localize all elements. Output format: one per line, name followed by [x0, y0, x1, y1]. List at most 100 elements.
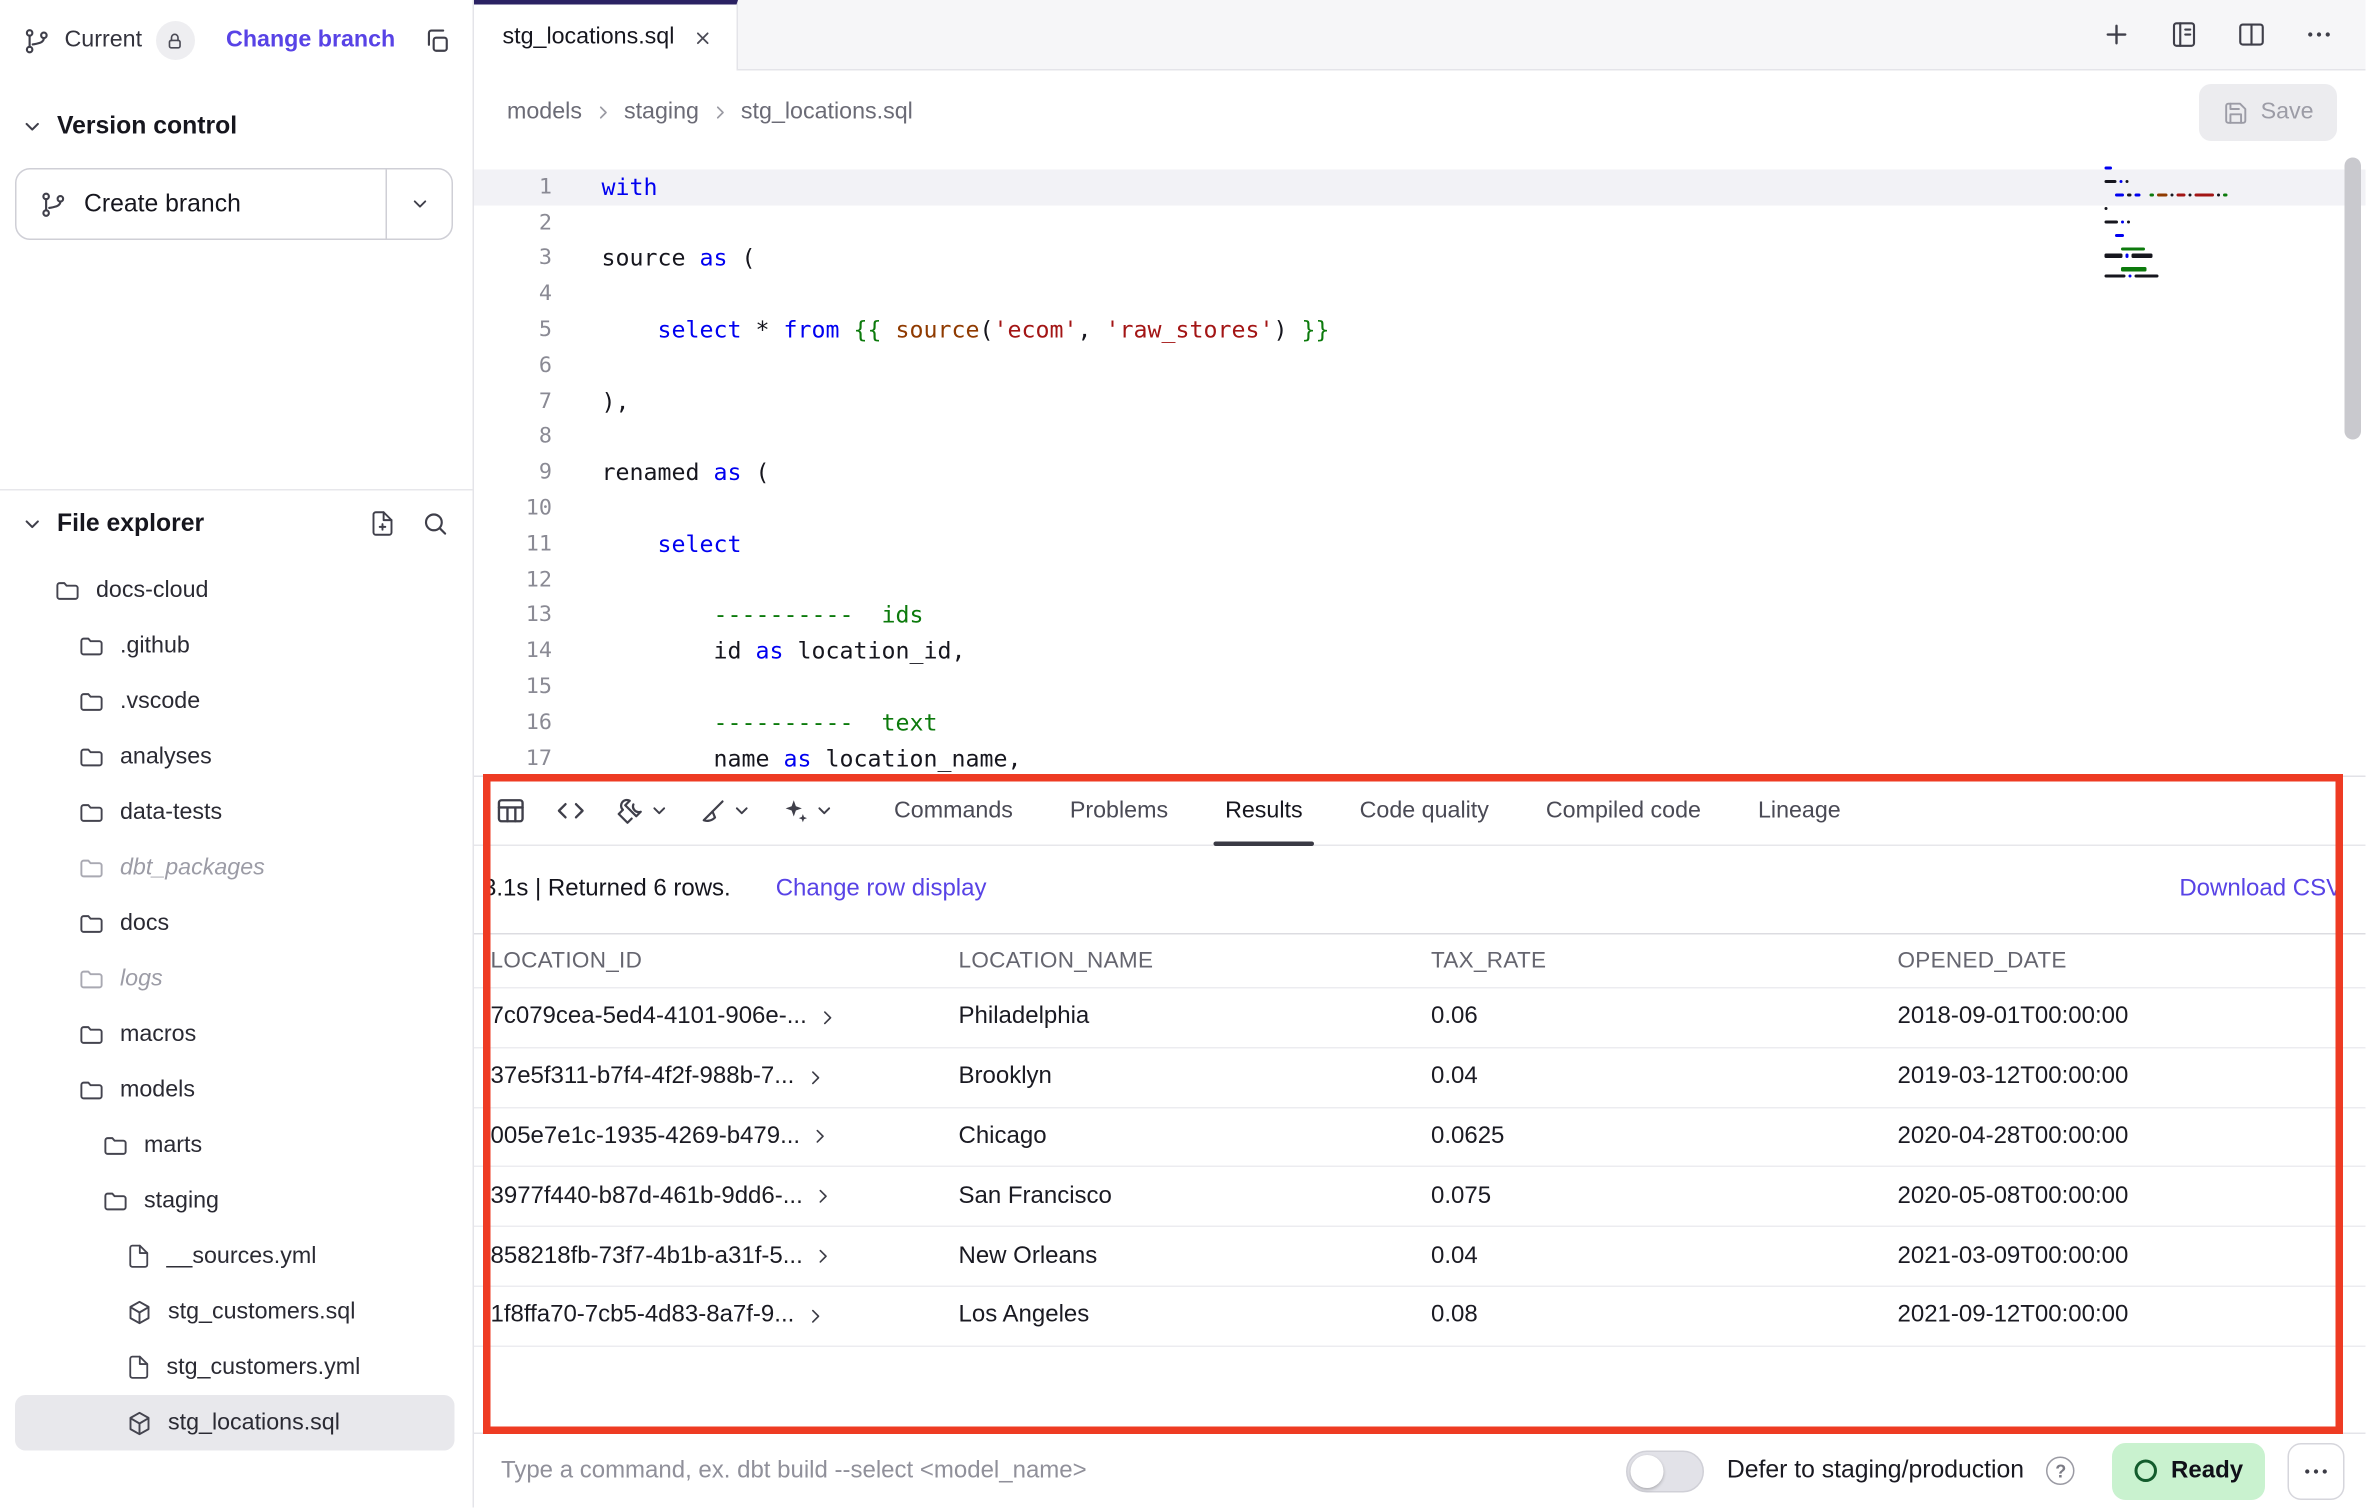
file-name: stg_customers.yml [167, 1354, 361, 1381]
create-branch-main[interactable]: Create branch [17, 170, 386, 239]
format-menu[interactable] [698, 796, 752, 826]
code-icon[interactable] [555, 795, 587, 827]
file-tree-item-analyses[interactable]: analyses [15, 729, 455, 785]
command-bar-more-button[interactable] [2288, 1443, 2345, 1500]
expand-row-chevron-icon[interactable] [817, 1008, 837, 1028]
file-tree-item-stg-locations-sql[interactable]: stg_locations.sql [15, 1395, 455, 1451]
split-view-icon[interactable] [2237, 20, 2267, 50]
cell-opened-date: 2021-03-09T00:00:00 [1898, 1243, 2366, 1270]
editor-tab[interactable]: stg_locations.sql [474, 0, 737, 71]
results-table-body: 7c079cea-5ed4-4101-906e-...Philadelphia0… [474, 989, 2366, 1347]
file-name: dbt_packages [120, 854, 265, 881]
panel-tab-problems[interactable]: Problems [1070, 777, 1168, 845]
line-number: 16 [474, 711, 552, 735]
preview-table-icon[interactable] [495, 795, 527, 827]
panel-tab-code-quality[interactable]: Code quality [1360, 777, 1489, 845]
line-number: 15 [474, 675, 552, 699]
line-number: 2 [474, 211, 552, 235]
line-number: 5 [474, 318, 552, 342]
file-tree-item-docs-cloud[interactable]: docs-cloud [15, 563, 455, 619]
file-tree-item-data-tests[interactable]: data-tests [15, 785, 455, 841]
results-table: LOCATION_IDLOCATION_NAMETAX_RATEOPENED_D… [474, 933, 2366, 1347]
expand-row-chevron-icon[interactable] [811, 1127, 831, 1147]
download-csv-link[interactable]: Download CSV [2179, 876, 2342, 903]
version-control-header[interactable]: Version control [0, 93, 473, 159]
file-tree-item-logs[interactable]: logs [15, 951, 455, 1007]
build-menu[interactable] [615, 796, 669, 826]
change-branch-link[interactable]: Change branch [226, 27, 395, 54]
file-tree-item-stg-customers-yml[interactable]: stg_customers.yml [15, 1340, 455, 1396]
expand-row-chevron-icon[interactable] [813, 1187, 833, 1207]
file-tree-item-vscode[interactable]: .vscode [15, 674, 455, 730]
panel-tab-results[interactable]: Results [1225, 777, 1303, 845]
status-ring-icon [2135, 1460, 2158, 1483]
editor-scrollbar[interactable] [2345, 158, 2362, 440]
cell-tax-rate: 0.075 [1431, 1183, 1898, 1210]
cell-location-id: 37e5f311-b7f4-4f2f-988b-7... [491, 1064, 959, 1091]
file-tree-item-dbt-packages[interactable]: dbt_packages [15, 840, 455, 896]
editor-tabbar: stg_locations.sql [474, 0, 2366, 71]
copilot-menu[interactable] [780, 796, 834, 826]
file-tree-item-marts[interactable]: marts [15, 1118, 455, 1174]
command-input[interactable] [501, 1458, 1604, 1485]
save-button[interactable]: Save [2199, 84, 2338, 141]
file-tree-item-models[interactable]: models [15, 1062, 455, 1118]
create-branch-dropdown[interactable] [386, 170, 452, 239]
folder-icon [78, 1076, 105, 1103]
expand-row-chevron-icon[interactable] [805, 1068, 825, 1088]
code-line: 4 [474, 277, 2366, 313]
file-tree-item-stg-customers-sql[interactable]: stg_customers.sql [15, 1284, 455, 1340]
file-tree-item-macros[interactable]: macros [15, 1007, 455, 1063]
sparkles-icon [780, 796, 810, 826]
panel-tab-commands[interactable]: Commands [894, 777, 1013, 845]
folder-icon [78, 688, 105, 715]
result-row: 37e5f311-b7f4-4f2f-988b-7...Brooklyn0.04… [474, 1048, 2366, 1108]
panel-tab-lineage[interactable]: Lineage [1758, 777, 1841, 845]
line-content: ---------- ids [602, 602, 924, 629]
git-branch-icon [39, 190, 68, 219]
help-icon[interactable]: ? [2047, 1457, 2076, 1486]
code-line: 17 name as location_name, [474, 741, 2366, 776]
file-name: .vscode [120, 688, 200, 715]
create-branch-button[interactable]: Create branch [15, 168, 453, 240]
new-file-icon[interactable] [369, 510, 396, 537]
chevron-down-icon [650, 801, 670, 821]
change-row-display-link[interactable]: Change row display [776, 876, 987, 903]
code-editor[interactable]: 1with23source as (45 select * from {{ so… [474, 155, 2366, 776]
search-icon[interactable] [422, 510, 449, 537]
ready-status-badge[interactable]: Ready [2113, 1443, 2266, 1500]
file-explorer-header[interactable]: File explorer [0, 491, 473, 557]
cell-location-name: Los Angeles [959, 1303, 1432, 1330]
code-line: 1with [474, 170, 2366, 206]
close-tab-icon[interactable] [692, 28, 712, 48]
more-options-icon[interactable] [2305, 20, 2335, 50]
minimap[interactable] [2105, 167, 2234, 281]
defer-toggle[interactable] [1626, 1450, 1704, 1492]
line-number: 6 [474, 354, 552, 378]
branch-lock-icon [156, 21, 195, 60]
file-name: models [120, 1076, 195, 1103]
file-tree-item-docs[interactable]: docs [15, 896, 455, 952]
file-tree-item-staging[interactable]: staging [15, 1173, 455, 1229]
code-line: 2 [474, 205, 2366, 241]
cell-location-id: 005e7e1c-1935-4269-b479... [491, 1123, 959, 1150]
notebook-icon[interactable] [2170, 20, 2200, 50]
file-name: stg_locations.sql [168, 1409, 340, 1436]
expand-row-chevron-icon[interactable] [805, 1306, 825, 1326]
file-tree-item-github[interactable]: .github [15, 618, 455, 674]
line-number: 11 [474, 532, 552, 556]
code-line: 13 ---------- ids [474, 598, 2366, 634]
result-row: 005e7e1c-1935-4269-b479...Chicago0.06252… [474, 1108, 2366, 1168]
code-line: 8 [474, 419, 2366, 455]
line-content: select * from {{ source('ecom', 'raw_sto… [602, 317, 1330, 344]
current-branch-label: Current [65, 27, 143, 54]
expand-row-chevron-icon[interactable] [813, 1247, 833, 1267]
panel-tab-compiled-code[interactable]: Compiled code [1546, 777, 1701, 845]
line-content: ---------- text [602, 709, 938, 736]
editor-tab-title: stg_locations.sql [503, 24, 675, 51]
file-name: marts [144, 1132, 202, 1159]
file-tree-item-sources-yml[interactable]: __sources.yml [15, 1229, 455, 1285]
copy-icon[interactable] [423, 26, 452, 55]
new-tab-plus-icon[interactable] [2102, 20, 2132, 50]
cell-tax-rate: 0.08 [1431, 1303, 1898, 1330]
